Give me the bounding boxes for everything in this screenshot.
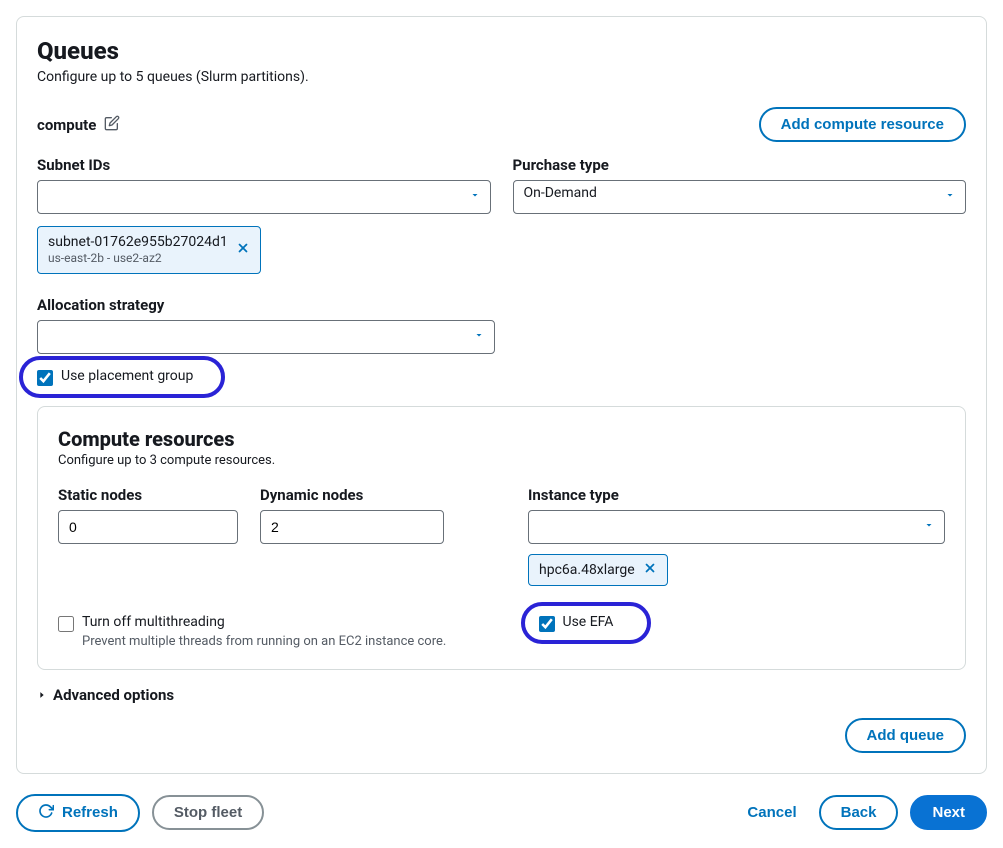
refresh-button[interactable]: Refresh <box>16 794 140 832</box>
dynamic-nodes-label: Dynamic nodes <box>260 486 444 504</box>
queue-name: compute <box>37 116 96 134</box>
compute-resources-title: Compute resources <box>58 427 945 451</box>
refresh-icon <box>38 803 54 823</box>
caret-right-icon <box>37 686 47 704</box>
use-placement-group-checkbox[interactable] <box>37 370 53 386</box>
turn-off-multithreading-checkbox[interactable] <box>58 616 74 632</box>
close-icon[interactable] <box>236 241 250 259</box>
purchase-type-select[interactable]: On-Demand <box>513 180 967 214</box>
stop-fleet-button[interactable]: Stop fleet <box>152 795 264 830</box>
cancel-button[interactable]: Cancel <box>737 797 806 828</box>
turn-off-multithreading-helper: Prevent multiple threads from running on… <box>82 634 491 649</box>
use-efa-checkbox[interactable] <box>539 616 555 632</box>
advanced-options-toggle[interactable]: Advanced options <box>37 686 966 704</box>
allocation-strategy-label: Allocation strategy <box>37 296 495 314</box>
subnet-ids-label: Subnet IDs <box>37 156 491 174</box>
queues-card: Queues Configure up to 5 queues (Slurm p… <box>16 16 987 774</box>
add-compute-resource-button[interactable]: Add compute resource <box>759 107 966 142</box>
static-nodes-label: Static nodes <box>58 486 238 504</box>
compute-resources-subtitle: Configure up to 3 compute resources. <box>58 453 945 468</box>
instance-type-select[interactable] <box>528 510 945 544</box>
use-placement-group-label: Use placement group <box>61 368 193 384</box>
queue-name-row: compute <box>37 115 120 135</box>
compute-resources-card: Compute resources Configure up to 3 comp… <box>37 406 966 670</box>
edit-icon[interactable] <box>104 115 120 135</box>
page-subtitle: Configure up to 5 queues (Slurm partitio… <box>37 69 966 85</box>
next-button[interactable]: Next <box>910 795 987 830</box>
close-icon[interactable] <box>643 561 657 579</box>
page-title: Queues <box>37 37 966 65</box>
subnet-ids-select[interactable] <box>37 180 491 214</box>
instance-type-token-text: hpc6a.48xlarge <box>539 562 635 578</box>
page-footer: Refresh Stop fleet Cancel Back Next <box>16 794 987 832</box>
turn-off-multithreading-label: Turn off multithreading <box>82 614 225 630</box>
dynamic-nodes-input[interactable] <box>260 510 444 544</box>
purchase-type-label: Purchase type <box>513 156 967 174</box>
instance-type-label: Instance type <box>528 486 945 504</box>
allocation-strategy-select[interactable] <box>37 320 495 354</box>
back-button[interactable]: Back <box>819 795 899 830</box>
add-queue-button[interactable]: Add queue <box>845 718 967 753</box>
static-nodes-input[interactable] <box>58 510 238 544</box>
instance-type-token: hpc6a.48xlarge <box>528 554 668 586</box>
use-efa-label: Use EFA <box>563 614 614 630</box>
subnet-token: subnet-01762e955b27024d1 us-east-2b - us… <box>37 226 261 274</box>
subnet-token-main: subnet-01762e955b27024d1 <box>48 234 228 250</box>
subnet-token-sub: us-east-2b - use2-az2 <box>48 251 228 267</box>
